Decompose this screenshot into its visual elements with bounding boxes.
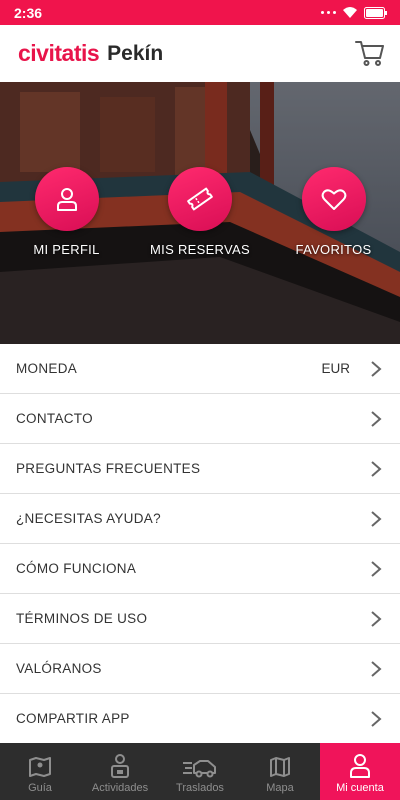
menu-item-terms[interactable]: TÉRMINOS DE USO bbox=[0, 594, 400, 644]
bottom-navigation: Guía Actividades Traslados Mapa Mi cuent… bbox=[0, 743, 400, 800]
nav-label: Traslados bbox=[176, 782, 224, 794]
nav-item-my-account[interactable]: Mi cuenta bbox=[320, 743, 400, 800]
menu-item-label: CONTACTO bbox=[16, 411, 93, 426]
status-icons bbox=[321, 6, 388, 19]
city-title: Pekín bbox=[107, 41, 164, 65]
chevron-right-icon bbox=[371, 561, 382, 577]
battery-icon bbox=[364, 6, 387, 19]
person-icon bbox=[350, 754, 370, 778]
app-header: civitatis Pekín bbox=[0, 25, 400, 82]
brand-logo: civitatis bbox=[18, 40, 100, 66]
favorites-circle[interactable] bbox=[301, 167, 366, 231]
menu-item-label: COMPARTIR APP bbox=[16, 711, 130, 726]
my-bookings-label: MIS RESERVAS bbox=[150, 242, 250, 257]
activities-icon bbox=[111, 754, 129, 778]
menu-item-label: CÓMO FUNCIONA bbox=[16, 561, 137, 576]
my-profile-label: MI PERFIL bbox=[33, 242, 100, 257]
profile-circle[interactable] bbox=[34, 167, 99, 231]
nav-label: Guía bbox=[28, 782, 52, 794]
menu-item-label: VALÓRANOS bbox=[16, 661, 102, 676]
nav-label: Actividades bbox=[91, 782, 149, 794]
account-menu-list: MONEDA EUR CONTACTO PREGUNTAS FRECUENTES… bbox=[0, 344, 400, 744]
favorites-label: FAVORITOS bbox=[295, 242, 372, 257]
menu-item-rate-us[interactable]: VALÓRANOS bbox=[0, 644, 400, 694]
nav-item-transfers[interactable]: Traslados bbox=[160, 743, 240, 800]
nav-label: Mapa bbox=[266, 782, 294, 794]
cart-icon[interactable] bbox=[354, 37, 386, 69]
hero-banner: MI PERFIL MIS RESERVAS FAVORITOS bbox=[0, 82, 400, 344]
heart-icon bbox=[321, 189, 346, 210]
currency-value: EUR bbox=[321, 361, 350, 376]
my-bookings-button[interactable]: MIS RESERVAS bbox=[134, 167, 267, 257]
chevron-right-icon bbox=[371, 661, 382, 677]
car-icon bbox=[183, 760, 216, 778]
menu-item-faq[interactable]: PREGUNTAS FRECUENTES bbox=[0, 444, 400, 494]
chevron-right-icon bbox=[371, 511, 382, 527]
map-icon bbox=[270, 757, 290, 777]
menu-item-contact[interactable]: CONTACTO bbox=[0, 394, 400, 444]
menu-item-label: PREGUNTAS FRECUENTES bbox=[16, 461, 201, 476]
wifi-icon bbox=[343, 7, 357, 18]
bookings-circle[interactable] bbox=[168, 167, 232, 231]
nav-item-activities[interactable]: Actividades bbox=[80, 743, 160, 800]
status-bar: 2:36 bbox=[0, 0, 400, 25]
favorites-button[interactable]: FAVORITOS bbox=[267, 167, 400, 257]
chevron-right-icon bbox=[371, 461, 382, 477]
chevron-right-icon bbox=[371, 611, 382, 627]
nav-item-map[interactable]: Mapa bbox=[240, 743, 320, 800]
chevron-right-icon bbox=[371, 711, 382, 727]
menu-item-label: ¿NECESITAS AYUDA? bbox=[16, 511, 161, 526]
menu-item-how-it-works[interactable]: CÓMO FUNCIONA bbox=[0, 544, 400, 594]
account-quick-actions: MI PERFIL MIS RESERVAS FAVORITOS bbox=[0, 167, 400, 257]
chevron-right-icon bbox=[371, 361, 382, 377]
menu-item-currency[interactable]: MONEDA EUR bbox=[0, 344, 400, 394]
person-icon bbox=[56, 188, 77, 211]
menu-item-help[interactable]: ¿NECESITAS AYUDA? bbox=[0, 494, 400, 544]
menu-item-label: TÉRMINOS DE USO bbox=[16, 611, 148, 626]
ticket-icon bbox=[187, 187, 213, 211]
menu-item-share-app[interactable]: COMPARTIR APP bbox=[0, 694, 400, 744]
status-time: 2:36 bbox=[14, 4, 43, 21]
nav-label: Mi cuenta bbox=[336, 782, 384, 794]
nav-item-guide[interactable]: Guía bbox=[0, 743, 80, 800]
chevron-right-icon bbox=[371, 411, 382, 427]
my-profile-button[interactable]: MI PERFIL bbox=[0, 167, 133, 257]
map-pin-icon bbox=[29, 757, 51, 777]
menu-item-label: MONEDA bbox=[16, 361, 78, 376]
more-dots-icon bbox=[321, 11, 336, 14]
